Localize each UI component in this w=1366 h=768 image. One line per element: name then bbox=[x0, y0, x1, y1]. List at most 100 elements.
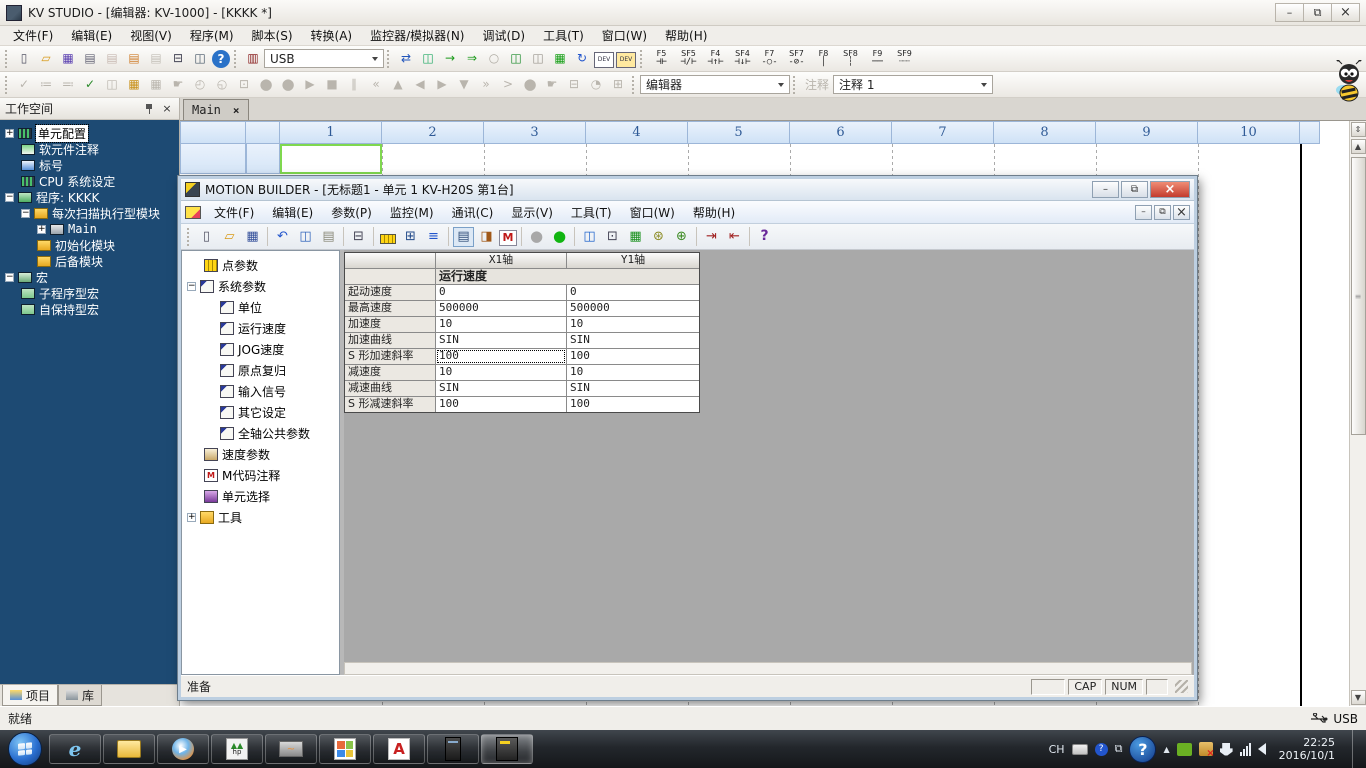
fn-key-f5-contact[interactable]: F5⊣⊢ bbox=[648, 50, 675, 67]
program-check-icon[interactable] bbox=[80, 49, 100, 69]
window-switch-icon[interactable]: ⧉ bbox=[1115, 742, 1123, 756]
taskbar-clock[interactable]: 22:25 2016/10/1 bbox=[1273, 736, 1341, 762]
mb-list-view-icon[interactable] bbox=[423, 227, 444, 247]
refresh-icon[interactable] bbox=[572, 49, 592, 69]
fn-key-f9-hline[interactable]: F9── bbox=[864, 50, 891, 67]
mb-child-restore-button[interactable] bbox=[1154, 205, 1171, 220]
fn-key-f4-rise-contact[interactable]: F4⊣↑⊢ bbox=[702, 50, 729, 67]
hand-tool-icon[interactable]: ☛ bbox=[168, 75, 188, 95]
fn-key-sf8-vline-del[interactable]: SF8┆ bbox=[837, 50, 864, 67]
mb-point-params-icon[interactable] bbox=[380, 234, 396, 244]
cell-y[interactable]: 100 bbox=[567, 349, 699, 364]
mb-read-unit-icon[interactable] bbox=[724, 227, 745, 247]
menu-convert[interactable]: 转换(A) bbox=[302, 25, 362, 46]
tree-item-device-comment[interactable]: 软元件注释 bbox=[0, 141, 179, 157]
split-handle-icon[interactable]: ⇕ bbox=[1351, 122, 1366, 137]
play-icon[interactable]: ▶ bbox=[300, 75, 320, 95]
mb-tree-mcode-comment[interactable]: M代码注释 bbox=[182, 465, 339, 486]
selected-ladder-cell[interactable] bbox=[280, 144, 382, 174]
cell-x-selected[interactable]: 100 bbox=[436, 349, 566, 364]
mb-copy-icon[interactable] bbox=[295, 227, 316, 247]
cell-x[interactable]: 0 bbox=[436, 285, 566, 300]
resize-grip[interactable] bbox=[1175, 680, 1188, 693]
expand-icon[interactable] bbox=[37, 225, 46, 234]
mb-tree-system-params[interactable]: 系统参数 bbox=[182, 276, 339, 297]
editor-mode-combo[interactable]: 编辑器 bbox=[640, 75, 790, 94]
transfer-note-icon[interactable] bbox=[418, 49, 438, 69]
scroll-thumb[interactable]: ≡ bbox=[1351, 157, 1366, 435]
mb-device-monitor-icon[interactable] bbox=[602, 227, 623, 247]
mb-new-icon[interactable] bbox=[196, 227, 217, 247]
help-icon[interactable] bbox=[212, 50, 230, 68]
input-language-indicator[interactable]: CH bbox=[1049, 743, 1065, 756]
start-button[interactable] bbox=[8, 732, 42, 766]
watch-box-icon[interactable]: ◫ bbox=[102, 75, 122, 95]
close-button[interactable] bbox=[1331, 3, 1360, 22]
fn-key-f7-coil[interactable]: F7-○- bbox=[756, 50, 783, 67]
tab-library[interactable]: 库 bbox=[58, 685, 102, 706]
help-big-icon[interactable]: ? bbox=[1129, 736, 1156, 763]
grid-gray-icon[interactable]: ▦ bbox=[146, 75, 166, 95]
time-chart-2-icon[interactable]: ◵ bbox=[212, 75, 232, 95]
mb-speed-params-icon[interactable] bbox=[476, 227, 497, 247]
mb-menu-params[interactable]: 参数(P) bbox=[322, 202, 381, 223]
collapse-icon[interactable] bbox=[5, 273, 14, 282]
mb-child-close-button[interactable] bbox=[1173, 205, 1190, 220]
cell-x[interactable]: SIN bbox=[436, 381, 566, 396]
program-gray-icon[interactable] bbox=[102, 49, 122, 69]
time-chart-icon[interactable]: ◴ bbox=[190, 75, 210, 95]
mb-menu-help[interactable]: 帮助(H) bbox=[684, 202, 744, 223]
print-preview-icon[interactable] bbox=[190, 49, 210, 69]
mb-write-unit-icon[interactable] bbox=[701, 227, 722, 247]
device-window-2-icon[interactable] bbox=[616, 52, 636, 68]
cell-y[interactable]: 10 bbox=[567, 365, 699, 380]
mb-tree-point-params[interactable]: 点参数 bbox=[182, 255, 339, 276]
mb-tree-origin-return[interactable]: 原点复归 bbox=[182, 360, 339, 381]
step-right-icon[interactable]: ▶ bbox=[432, 75, 452, 95]
menu-edit[interactable]: 编辑(E) bbox=[62, 25, 121, 46]
collapse-icon[interactable] bbox=[21, 209, 30, 218]
collapse-icon[interactable] bbox=[5, 193, 14, 202]
device-list-2-icon[interactable]: ≕ bbox=[58, 75, 78, 95]
tree-item-unit-config[interactable]: 单元配置 bbox=[0, 125, 179, 141]
network-error-icon[interactable] bbox=[1199, 742, 1213, 756]
clock-display-icon[interactable]: ⊞ bbox=[608, 75, 628, 95]
tree-item-label[interactable]: 标号 bbox=[0, 157, 179, 173]
usb-connection-combo[interactable]: USB bbox=[264, 49, 384, 68]
program-transfer-icon[interactable] bbox=[124, 49, 144, 69]
monitor-ok-icon[interactable] bbox=[506, 49, 526, 69]
mb-minimize-button[interactable] bbox=[1092, 181, 1119, 198]
print-icon[interactable] bbox=[168, 49, 188, 69]
tree-item-cpu-settings[interactable]: CPU 系统设定 bbox=[0, 173, 179, 189]
monitor-small-icon[interactable]: ⊟ bbox=[564, 75, 584, 95]
expand-icon[interactable] bbox=[5, 129, 14, 138]
mb-run-green-icon[interactable] bbox=[549, 227, 570, 247]
mb-open-icon[interactable] bbox=[219, 227, 240, 247]
signal-bars-icon[interactable] bbox=[1240, 743, 1251, 756]
taskbar-picture-viewer[interactable] bbox=[319, 734, 371, 764]
tree-item-init-module[interactable]: 初始化模块 bbox=[0, 237, 179, 253]
tray-expand-icon[interactable]: ▲ bbox=[1163, 745, 1169, 754]
volume-icon[interactable] bbox=[1258, 743, 1266, 755]
taskbar-kv-studio[interactable] bbox=[427, 734, 479, 764]
tree-item-backup-module[interactable]: 后备模块 bbox=[0, 253, 179, 269]
fn-key-sf5-nc-contact[interactable]: SF5⊣/⊢ bbox=[675, 50, 702, 67]
device-window-icon[interactable] bbox=[594, 52, 614, 68]
mb-mcode-edit-icon[interactable] bbox=[499, 230, 517, 246]
mb-help-icon[interactable] bbox=[754, 227, 775, 247]
skip-back-icon[interactable]: « bbox=[366, 75, 386, 95]
workspace-close-icon[interactable] bbox=[160, 102, 174, 116]
cell-y[interactable]: SIN bbox=[567, 333, 699, 348]
cell-y[interactable]: 0 bbox=[567, 285, 699, 300]
step-up-icon[interactable]: ▲ bbox=[388, 75, 408, 95]
menu-script[interactable]: 脚本(S) bbox=[243, 25, 302, 46]
monitor-gray-icon[interactable] bbox=[528, 49, 548, 69]
fn-key-sf7-nc-coil[interactable]: SF7-⊘- bbox=[783, 50, 810, 67]
mb-tree-run-speed[interactable]: 运行速度 bbox=[182, 318, 339, 339]
mb-tree-tools[interactable]: 工具 bbox=[182, 507, 339, 528]
mb-tree-jog-speed[interactable]: JOG速度 bbox=[182, 339, 339, 360]
cell-x[interactable]: 10 bbox=[436, 365, 566, 380]
mb-tree-all-axis-common[interactable]: 全轴公共参数 bbox=[182, 423, 339, 444]
cell-x[interactable]: SIN bbox=[436, 333, 566, 348]
cell-y[interactable]: 100 bbox=[567, 397, 699, 412]
